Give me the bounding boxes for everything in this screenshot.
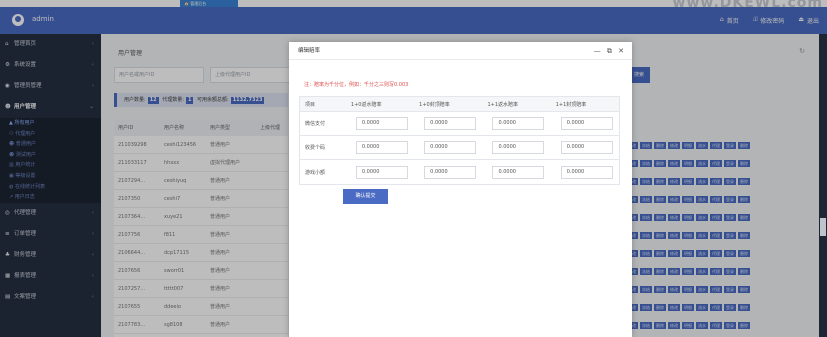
odds-input[interactable]: 0.0000	[355, 117, 408, 130]
odds-header-row: 项目 1+0返水赔率 1+0封顶赔率 1+1返水赔率 1+1封顶赔率	[300, 97, 619, 112]
odds-input[interactable]: 0.0000	[424, 141, 477, 154]
odds-table: 项目 1+0返水赔率 1+0封顶赔率 1+1返水赔率 1+1封顶赔率 微信支付 0…	[299, 96, 620, 185]
odds-row-label: 微信支付	[305, 121, 326, 127]
odds-cell: 0.0000	[482, 165, 550, 179]
odds-input[interactable]: 0.0000	[560, 117, 613, 130]
odds-input[interactable]: 0.0000	[355, 141, 408, 154]
page: 🏠 管理后台 www.DKEWL.com admin ⌂ 首页 ⚿ 修改密码 ⏏ 退出…	[0, 0, 827, 337]
odds-row-label: 收费个码	[305, 145, 326, 151]
odds-row-label: 游戏小额	[305, 169, 326, 176]
odds-cell: 0.0000	[551, 165, 619, 179]
modal-window-controls[interactable]: — ⧉ ✕	[594, 42, 626, 60]
odds-cell: 0.0000	[414, 141, 482, 154]
odds-cell: 0.0000	[346, 117, 414, 130]
odds-cell: 0.0000	[414, 165, 482, 179]
odds-input[interactable]: 0.0000	[424, 117, 477, 130]
odds-note: 注：赔率为千分位，例如：千分之三则写0.003	[304, 82, 409, 88]
odds-input[interactable]: 0.0000	[492, 165, 545, 179]
odds-cell: 0.0000	[346, 141, 414, 154]
edit-odds-modal: 编辑赔率 — ⧉ ✕ 注：赔率为千分位，例如：千分之三则写0.003 项目 1+…	[289, 42, 632, 337]
modal-title: 编辑赔率	[298, 48, 321, 54]
odds-input[interactable]: 0.0000	[560, 165, 613, 179]
odds-row: 微信支付 0.0000 0.0000 0.0000 0.0000	[300, 112, 619, 136]
odds-cell: 0.0000	[551, 117, 619, 130]
scrollbar-thumb[interactable]	[820, 218, 826, 236]
odds-row: 收费个码 0.0000 0.0000 0.0000 0.0000	[300, 136, 619, 160]
odds-body: 微信支付 0.0000 0.0000 0.0000 0.0000 收费个码 0.0000 0.…	[300, 112, 619, 184]
odds-row: 游戏小额 0.0000 0.0000 0.0000 0.0000	[300, 160, 619, 184]
odds-cell: 0.0000	[346, 165, 414, 179]
odds-input[interactable]: 0.0000	[355, 165, 408, 179]
confirm-submit-button[interactable]: 确认提交	[343, 189, 388, 204]
odds-cell: 0.0000	[551, 141, 619, 154]
odds-input[interactable]: 0.0000	[424, 165, 477, 179]
odds-input[interactable]: 0.0000	[492, 117, 545, 130]
odds-cell: 0.0000	[414, 117, 482, 130]
odds-input[interactable]: 0.0000	[492, 141, 545, 154]
odds-cell: 0.0000	[482, 141, 550, 154]
odds-input[interactable]: 0.0000	[560, 141, 613, 154]
odds-cell: 0.0000	[482, 117, 550, 130]
scrollbar[interactable]	[819, 34, 827, 337]
modal-header: 编辑赔率 — ⧉ ✕	[289, 42, 632, 60]
